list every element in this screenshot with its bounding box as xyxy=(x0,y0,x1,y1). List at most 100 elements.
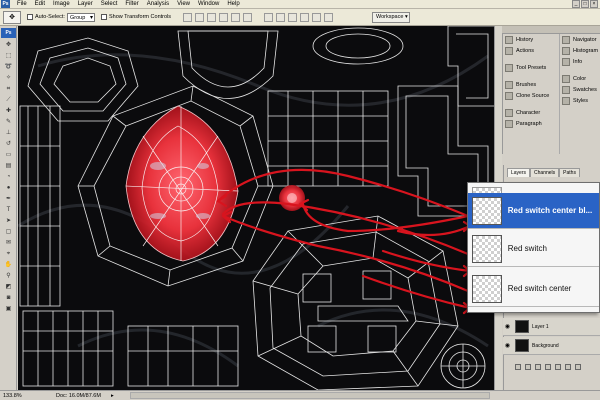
auto-select-dropdown[interactable]: Group xyxy=(66,12,95,22)
path-selection-tool-icon[interactable]: ➤ xyxy=(2,216,15,226)
visibility-eye-icon[interactable]: ◉ xyxy=(503,323,512,330)
panel-character[interactable]: Character xyxy=(503,107,559,118)
crop-tool-icon[interactable]: ⌗ xyxy=(2,84,15,94)
panel-brushes[interactable]: Brushes xyxy=(503,79,559,90)
layer-row[interactable]: ◉ Background xyxy=(503,337,600,355)
blur-tool-icon[interactable]: ◔ xyxy=(2,172,15,182)
menu-filter[interactable]: Filter xyxy=(121,0,142,9)
menu-analysis[interactable]: Analysis xyxy=(143,0,173,9)
maximize-icon[interactable]: □ xyxy=(581,0,589,8)
align-left-icon[interactable] xyxy=(219,12,229,22)
layer-row[interactable]: ◉ Layer 1 xyxy=(503,318,600,336)
panel-navigator[interactable]: Navigator xyxy=(560,34,600,45)
align-top-icon[interactable] xyxy=(183,12,193,22)
distribute-left-icon[interactable] xyxy=(300,12,310,22)
auto-select-checkbox[interactable] xyxy=(27,14,33,20)
menu-help[interactable]: Help xyxy=(223,0,243,9)
panel-info[interactable]: Info xyxy=(560,56,600,67)
align-center-icon[interactable] xyxy=(231,12,241,22)
status-menu-icon[interactable]: ▸ xyxy=(111,393,114,399)
menu-edit[interactable]: Edit xyxy=(31,0,49,9)
tab-paths[interactable]: Paths xyxy=(559,168,580,177)
canvas-horizontal-scrollbar[interactable] xyxy=(130,392,490,399)
distribute-icons-group xyxy=(264,12,334,22)
panel-dock-left: History Actions Tool Presets Brushes Clo… xyxy=(502,34,559,154)
clone-stamp-tool-icon[interactable]: ⊥ xyxy=(2,128,15,138)
distribute-top-icon[interactable] xyxy=(264,12,274,22)
styles-icon xyxy=(562,96,570,105)
move-tool-preset-icon[interactable]: ✥ xyxy=(3,10,21,24)
link-layers-icon[interactable] xyxy=(515,363,521,370)
shape-tool-icon[interactable]: ▢ xyxy=(2,227,15,237)
distribute-center-icon[interactable] xyxy=(312,12,322,22)
menu-image[interactable]: Image xyxy=(49,0,74,9)
panel-paragraph[interactable]: Paragraph xyxy=(503,118,559,129)
adjustment-layer-icon[interactable] xyxy=(545,363,551,370)
layer-style-icon[interactable] xyxy=(525,363,531,370)
panel-label: History xyxy=(516,36,534,43)
panel-label: Actions xyxy=(516,47,535,54)
lasso-tool-icon[interactable]: ➰ xyxy=(2,62,15,72)
brush-tool-icon[interactable]: ✎ xyxy=(2,117,15,127)
zoom-level[interactable]: 133.8% xyxy=(0,393,26,399)
panel-swatches[interactable]: Swatches xyxy=(560,84,600,95)
dodge-tool-icon[interactable]: ● xyxy=(2,183,15,193)
clone-source-icon xyxy=(505,91,513,100)
distribute-bottom-icon[interactable] xyxy=(288,12,298,22)
marquee-tool-icon[interactable]: ⬚ xyxy=(2,51,15,61)
tab-layers[interactable]: Layers xyxy=(507,168,531,177)
align-bottom-icon[interactable] xyxy=(207,12,217,22)
history-brush-tool-icon[interactable]: ↺ xyxy=(2,139,15,149)
panel-histogram[interactable]: Histogram xyxy=(560,45,600,56)
visibility-eye-icon[interactable]: ◉ xyxy=(503,342,512,349)
tab-channels[interactable]: Channels xyxy=(530,168,560,177)
screen-mode-icon[interactable]: ▣ xyxy=(2,304,15,314)
panel-color[interactable]: Color xyxy=(560,73,600,84)
eraser-tool-icon[interactable]: ▭ xyxy=(2,150,15,160)
layer-row-selected[interactable]: Red switch center bl... xyxy=(468,193,599,229)
panel-tool-presets[interactable]: Tool Presets xyxy=(503,62,559,73)
pen-tool-icon[interactable]: ✒ xyxy=(2,194,15,204)
layer-row[interactable]: Red switch center xyxy=(468,271,599,307)
minimize-icon[interactable]: _ xyxy=(572,0,580,8)
align-middle-icon[interactable] xyxy=(195,12,205,22)
delete-layer-icon[interactable] xyxy=(575,363,581,370)
layer-row[interactable]: Red switch xyxy=(468,231,599,267)
panel-clone-source[interactable]: Clone Source xyxy=(503,90,559,101)
menu-view[interactable]: View xyxy=(173,0,194,9)
zoom-tool-icon[interactable]: ⚲ xyxy=(2,271,15,281)
layer-mask-icon[interactable] xyxy=(535,363,541,370)
notes-tool-icon[interactable]: ✉ xyxy=(2,238,15,248)
distribute-right-icon[interactable] xyxy=(324,12,334,22)
gradient-tool-icon[interactable]: ▤ xyxy=(2,161,15,171)
panel-label: Character xyxy=(516,109,541,116)
close-icon[interactable]: × xyxy=(590,0,598,8)
foreground-background-color-icon[interactable]: ◩ xyxy=(2,282,15,292)
new-group-icon[interactable] xyxy=(555,363,561,370)
type-tool-icon[interactable]: T xyxy=(2,205,15,215)
character-icon xyxy=(505,108,513,117)
panel-styles[interactable]: Styles xyxy=(560,95,600,106)
eyedropper-tool-icon[interactable]: ⌖ xyxy=(2,249,15,259)
workspace-button[interactable]: Workspace ▾ xyxy=(372,12,410,23)
show-transform-checkbox[interactable] xyxy=(100,14,107,20)
magic-wand-tool-icon[interactable]: ✧ xyxy=(2,73,15,83)
panel-history[interactable]: History xyxy=(503,34,559,45)
actions-icon xyxy=(505,46,513,55)
panel-actions[interactable]: Actions xyxy=(503,45,559,56)
menu-file[interactable]: File xyxy=(13,0,31,9)
panel-dock-right: Navigator Histogram Info Color Swatches … xyxy=(559,34,600,154)
hand-tool-icon[interactable]: ✋ xyxy=(2,260,15,270)
color-icon xyxy=(562,74,570,83)
distribute-middle-icon[interactable] xyxy=(276,12,286,22)
menu-layer[interactable]: Layer xyxy=(74,0,97,9)
healing-brush-tool-icon[interactable]: ✚ xyxy=(2,106,15,116)
document-canvas[interactable] xyxy=(18,26,498,390)
move-tool-icon[interactable]: ✥ xyxy=(2,40,15,50)
align-right-icon[interactable] xyxy=(243,12,253,22)
new-layer-icon[interactable] xyxy=(565,363,571,370)
quick-mask-icon[interactable]: ◙ xyxy=(2,293,15,303)
menu-select[interactable]: Select xyxy=(97,0,122,9)
slice-tool-icon[interactable]: ⟋ xyxy=(2,95,15,105)
menu-window[interactable]: Window xyxy=(194,0,223,9)
